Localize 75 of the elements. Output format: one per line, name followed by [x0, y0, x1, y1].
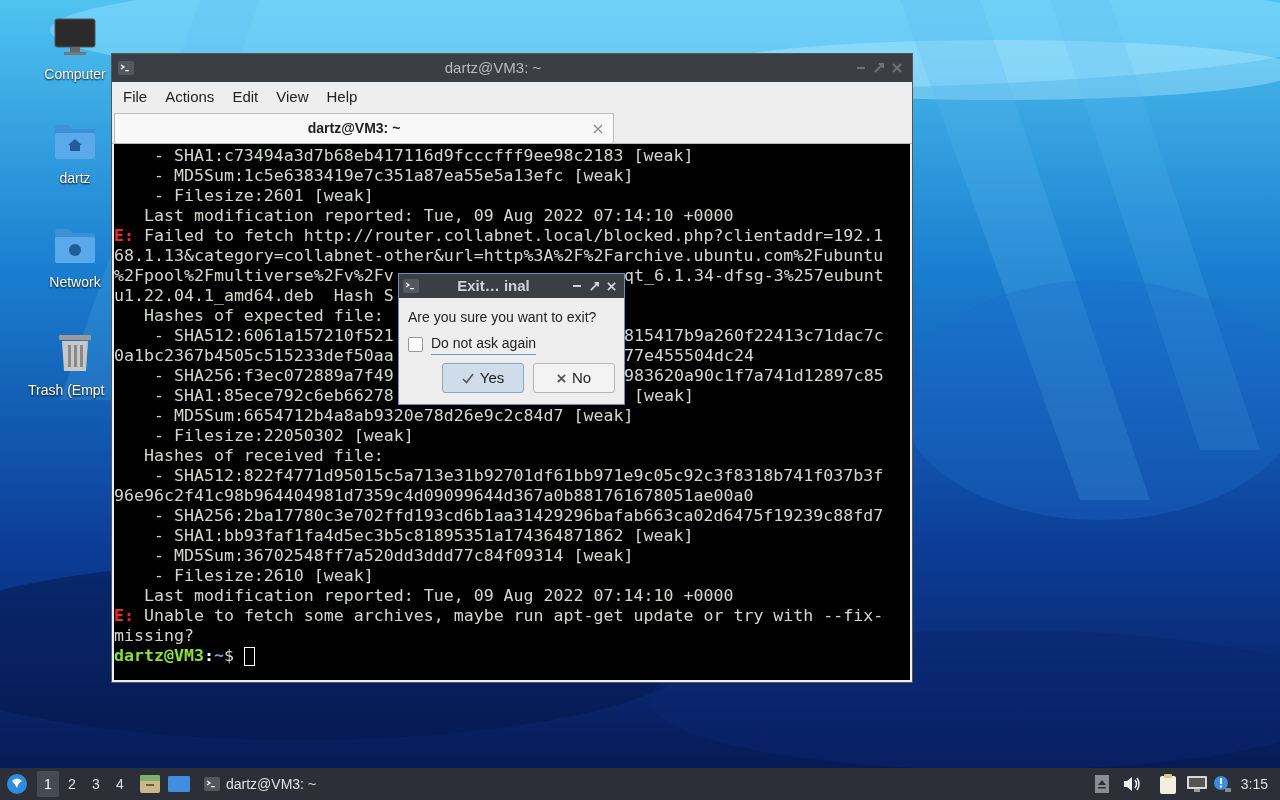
terminal-line: - Filesize:22050302 [weak] — [152, 426, 414, 446]
menu-item[interactable]: View — [267, 85, 318, 109]
terminal-line: - Filesize:2601 [weak] — [152, 186, 374, 206]
terminal-line: 815417b9a260f22413c71dac7c — [624, 326, 884, 346]
workspace-button[interactable]: 3 — [85, 771, 107, 797]
task-button[interactable]: dartz@VM3: ~ — [200, 770, 321, 798]
workspace-button[interactable]: 4 — [109, 771, 131, 797]
eject-icon[interactable] — [1094, 775, 1109, 793]
no-button[interactable]: No — [533, 363, 615, 393]
prompt-separator: : — [203, 646, 214, 666]
checkbox-label[interactable]: Do not ask again — [431, 333, 537, 355]
terminal-line: - Filesize:2610 [weak] — [152, 566, 374, 586]
workspace-button[interactable]: 2 — [61, 771, 83, 797]
trash-icon — [57, 332, 93, 372]
tab[interactable]: dartz@VM3: ~ — [114, 113, 614, 143]
checkbox[interactable] — [408, 336, 423, 352]
terminal-line: - MD5Sum:6654712b4a8ab9320e78d26e9c2c84d7 [weak] — [152, 406, 634, 426]
dialog-title: Exit… inal — [456, 275, 531, 296]
prompt-user: dartz@VM3 — [114, 646, 204, 666]
window-title: dartz@VM3: ~ — [443, 57, 543, 78]
terminal-icon — [204, 777, 220, 791]
terminal-line: - SHA1:bb93faf1fa4d5ec3b5c81895351a174364871862 [weak] — [152, 526, 694, 546]
terminal-line: %2Fpool%2Fmultiverse%2Fv%2Fv — [114, 266, 394, 286]
menu-item[interactable]: Edit — [223, 85, 268, 109]
terminal-icon — [403, 279, 419, 293]
notification-icon[interactable] — [1212, 775, 1231, 793]
terminal-line: - SHA1:c73494a3d7b68eb417116d9fcccfff9ee98c2183 [weak] — [152, 146, 694, 166]
terminal-line: Hashes of received file: — [142, 446, 384, 466]
close-icon[interactable] — [593, 123, 603, 134]
terminal-line: qt_6.1.34-dfsg-3%257eubunt — [624, 266, 884, 286]
terminal-line: - SHA512:822f4771d95015c5a713e31b92701df61bb971e9c05c92c3f8318b741f037b3f — [152, 466, 884, 486]
terminal-line: 983620a90c1f7a741d12897c85 — [624, 366, 884, 386]
terminal-line: missing? — [114, 626, 194, 646]
error-prefix: E: — [114, 226, 134, 246]
home-folder-icon — [54, 124, 96, 160]
terminal-line: 68.1.13&category=collabnet-other&url=http%3A%2F%2Farchive.ubuntu.com%2Fubuntu — [114, 246, 884, 266]
clock[interactable]: 3:15 — [1240, 773, 1268, 795]
terminal-line: - SHA512:6061a157210f521 — [152, 326, 394, 346]
desktop-icon-label[interactable]: Network — [49, 272, 101, 293]
terminal-line: 77e455504dc24 — [624, 346, 754, 366]
clipboard-icon[interactable] — [1158, 774, 1177, 794]
terminal-icon — [118, 61, 134, 75]
network-icon[interactable] — [1186, 776, 1207, 792]
prompt-path: ~ — [213, 646, 224, 666]
menu-item[interactable]: Actions — [156, 85, 224, 109]
error-prefix: E: — [114, 606, 134, 626]
close-icon — [556, 373, 566, 383]
terminal-line: Last modification reported: Tue, 09 Aug 2022 07:14:10 +0000 — [142, 586, 734, 606]
terminal-line: 96e96c2f41c98b964404981d7359c4d09099644d367a0b881761678051ae00a0 — [114, 486, 754, 506]
terminal-line: [weak] — [633, 386, 694, 406]
monitor-icon — [54, 18, 96, 56]
terminal-line: Failed to fetch http://router.collabnet.local/blocked.php?clientaddr=192.1 — [142, 226, 884, 246]
desktop-icon-label[interactable]: Trash (Empt — [28, 380, 105, 401]
terminal-line: - SHA256:2ba17780c3e702ffd193cd6b1aa31429296bafab663ca02d6475f19239c88fd7 — [152, 506, 884, 526]
terminal-line: - MD5Sum:36702548ff7a520dd3ddd77c84f09314 [weak] — [152, 546, 634, 566]
workspace-button[interactable]: 1 — [37, 771, 59, 797]
yes-button[interactable]: Yes — [442, 363, 524, 393]
dialog-message: Are you sure you want to exit? — [408, 308, 598, 327]
menu-item[interactable]: Help — [317, 85, 367, 109]
network-folder-icon — [54, 228, 96, 264]
check-icon — [461, 372, 474, 384]
terminal-line: - MD5Sum:1c5e6383419e7c351a87ea55e5a13efc [weak] — [152, 166, 634, 186]
terminal-line: Unable to fetch some archives, maybe run apt-get update or try with --fix- — [142, 606, 884, 626]
terminal-line: u1.22.04.1_amd64.deb Hash S — [114, 286, 394, 306]
volume-icon[interactable] — [1122, 776, 1141, 792]
terminal-line: - SHA1:85ece792c6eb66278 — [152, 386, 394, 406]
file-manager-icon[interactable] — [140, 775, 160, 793]
prompt-symbol: $ — [223, 646, 234, 666]
menu-item[interactable]: File — [114, 85, 157, 109]
start-menu-icon[interactable] — [6, 773, 28, 795]
text-cursor — [243, 646, 255, 666]
terminal-line: - SHA256:f3ec072889a7f49 — [152, 366, 394, 386]
terminal-line: Last modification reported: Tue, 09 Aug 2022 07:14:10 +0000 — [142, 206, 734, 226]
terminal-line: Hashes of expected file: — [142, 306, 384, 326]
terminal-line: 0a1bc2367b4505c515233def50aa — [114, 346, 394, 366]
